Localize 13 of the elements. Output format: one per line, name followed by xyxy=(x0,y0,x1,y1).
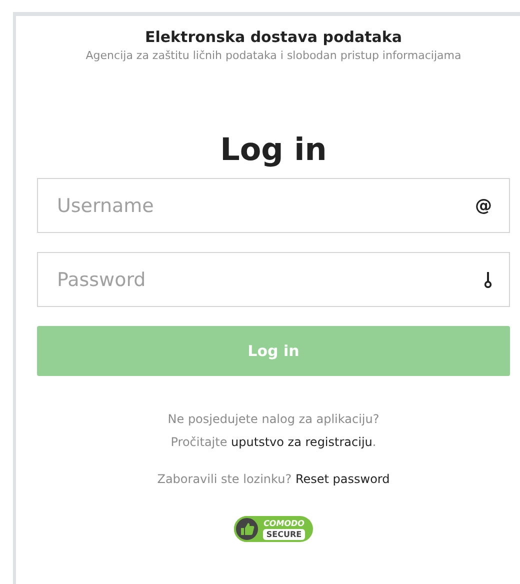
app-title: Elektronska dostava podataka xyxy=(144,28,402,46)
password-field[interactable]: Password xyxy=(37,252,510,307)
login-heading: Log in xyxy=(219,132,328,168)
registration-guide-link[interactable]: uputstvo za registraciju xyxy=(231,435,372,449)
badge-secure-text: SECURE xyxy=(263,529,305,540)
forgot-password-text: Zaboravili ste lozinku? Reset password xyxy=(157,471,390,488)
reset-password-link[interactable]: Reset password xyxy=(295,472,390,486)
registration-instructions-text: Pročitajte uputstvo za registraciju. xyxy=(170,434,376,451)
badge-brand-text: COMODO xyxy=(264,518,304,529)
no-account-text: Ne posjedujete nalog za aplikaciju? xyxy=(168,411,380,428)
at-sign-icon: @ xyxy=(475,196,492,216)
key-icon xyxy=(484,272,492,288)
agency-subtitle: Agencija za zaštitu ličnih podataka i slobodan pristup informacijama xyxy=(86,49,462,62)
